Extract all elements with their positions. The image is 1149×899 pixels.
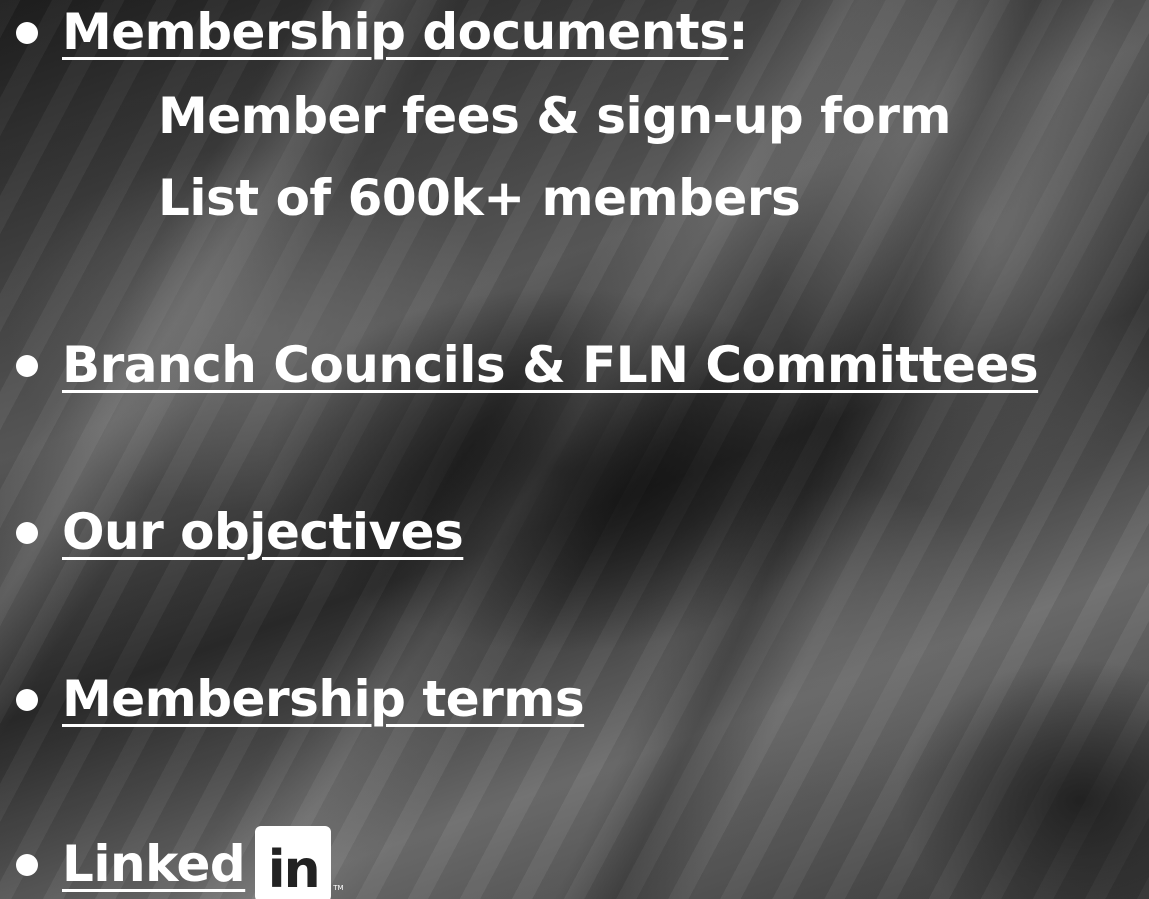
bullet-icon: [16, 355, 38, 377]
bullet-icon: [16, 22, 38, 44]
trademark-mark: TM: [333, 884, 344, 892]
our-objectives-link[interactable]: Our objectives: [62, 500, 464, 564]
sub-item-member-list: List of 600k+ members: [158, 169, 801, 227]
membership-terms-link[interactable]: Membership terms: [62, 667, 585, 731]
membership-documents-link[interactable]: Membership documents: [62, 0, 729, 64]
bullet-icon: [16, 522, 38, 544]
branch-councils-link[interactable]: Branch Councils & FLN Committees: [62, 333, 1039, 397]
bullet-icon: [16, 854, 38, 876]
bullet-icon: [16, 689, 38, 711]
colon: :: [728, 3, 748, 61]
sub-item-member-fees: Member fees & sign-up form: [158, 87, 951, 145]
linkedin-in-icon[interactable]: in: [255, 826, 332, 899]
linkedin-link[interactable]: Linked: [62, 832, 246, 896]
